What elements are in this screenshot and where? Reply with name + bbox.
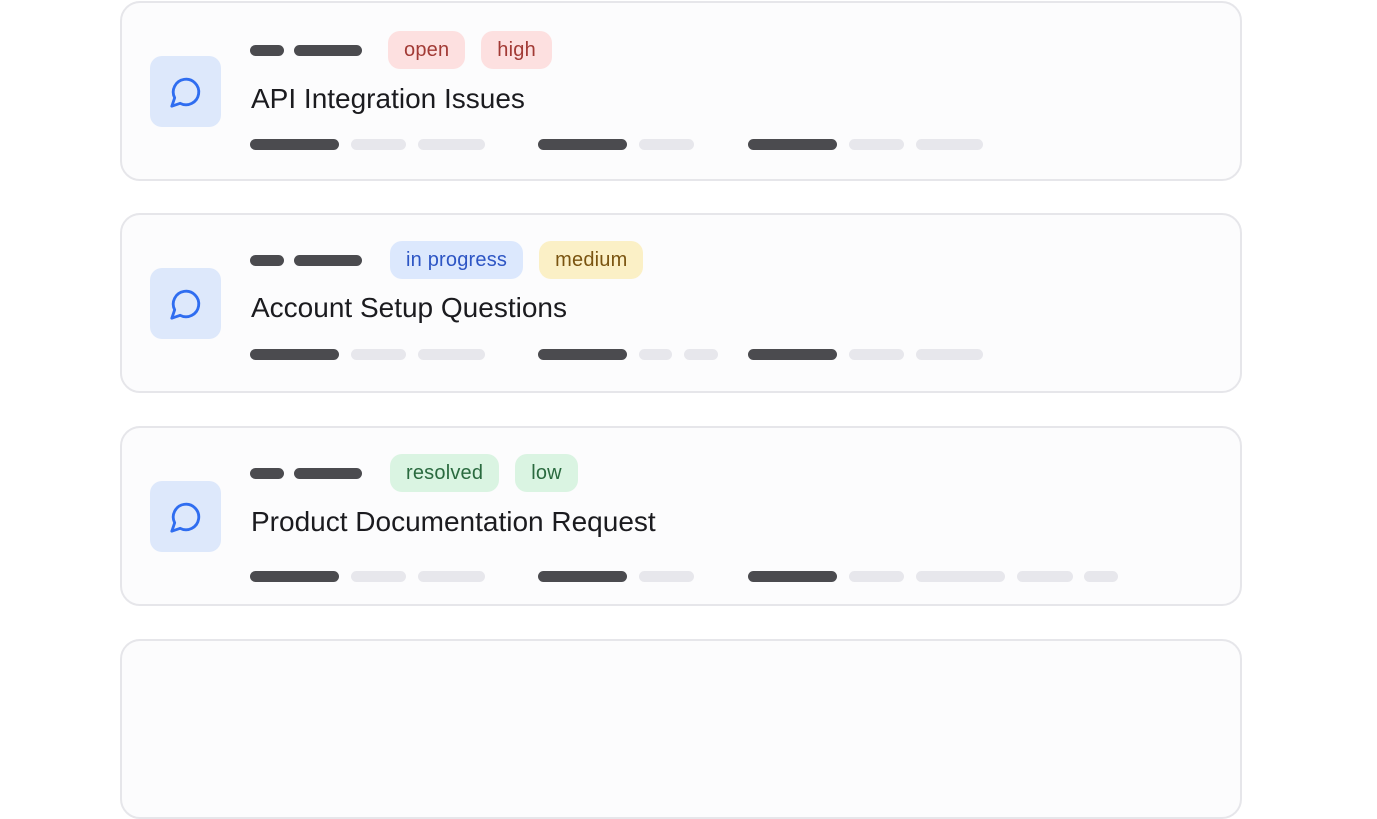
placeholder-bar xyxy=(748,571,837,582)
priority-badge: high xyxy=(481,31,552,69)
message-circle-icon xyxy=(169,502,200,533)
placeholder-bar xyxy=(351,139,406,150)
ticket-title: Product Documentation Request xyxy=(251,506,656,537)
ticket-card[interactable]: open high API Integration Issues xyxy=(120,1,1242,181)
placeholder-bar xyxy=(250,571,339,582)
ticket-title: Account Setup Questions xyxy=(251,292,567,323)
placeholder-bar xyxy=(748,139,837,150)
placeholder-bar xyxy=(916,139,983,150)
placeholder-bar xyxy=(849,139,904,150)
ticket-title: API Integration Issues xyxy=(251,83,525,114)
placeholder-bar xyxy=(250,349,339,360)
placeholder-bar xyxy=(849,571,904,582)
placeholder-bar xyxy=(538,139,627,150)
placeholder-bar xyxy=(538,571,627,582)
ticket-icon-tile xyxy=(150,56,221,127)
ticket-details-placeholder xyxy=(250,139,1230,151)
placeholder-bar xyxy=(684,349,718,360)
placeholder-bar xyxy=(639,139,694,150)
placeholder-bar xyxy=(849,349,904,360)
placeholder-bar xyxy=(250,467,284,479)
ticket-icon-tile xyxy=(150,268,221,339)
ticket-details-placeholder xyxy=(250,349,1230,361)
priority-badge: medium xyxy=(539,241,644,279)
placeholder-bar xyxy=(294,44,362,56)
placeholder-bar xyxy=(351,571,406,582)
ticket-meta-row: resolved low xyxy=(250,453,578,493)
placeholder-bar xyxy=(418,139,485,150)
placeholder-bar xyxy=(418,349,485,360)
status-badge: open xyxy=(388,31,466,69)
placeholder-bar xyxy=(639,571,694,582)
ticket-card[interactable]: in progress medium Account Setup Questio… xyxy=(120,213,1242,393)
placeholder-bar xyxy=(1084,571,1118,582)
placeholder-bar xyxy=(748,349,837,360)
ticket-meta-row: open high xyxy=(250,30,552,70)
ticket-meta-row: in progress medium xyxy=(250,240,644,280)
message-circle-icon xyxy=(169,77,200,108)
ticket-details-placeholder xyxy=(250,571,1230,583)
placeholder-bar xyxy=(294,467,362,479)
message-circle-icon xyxy=(169,289,200,320)
ticket-card[interactable]: resolved low Product Documentation Reque… xyxy=(120,426,1242,606)
status-badge: resolved xyxy=(390,454,500,492)
placeholder-bar xyxy=(639,349,672,360)
placeholder-bar xyxy=(418,571,485,582)
placeholder-bar xyxy=(1017,571,1073,582)
placeholder-bar xyxy=(538,349,627,360)
placeholder-bar xyxy=(250,139,339,150)
placeholder-bar xyxy=(351,349,406,360)
placeholder-bar xyxy=(916,571,1005,582)
placeholder-bar xyxy=(250,254,284,266)
ticket-card[interactable] xyxy=(120,639,1242,819)
placeholder-bar xyxy=(250,44,284,56)
placeholder-bar xyxy=(916,349,983,360)
priority-badge: low xyxy=(515,454,578,492)
status-badge: in progress xyxy=(390,241,524,279)
placeholder-bar xyxy=(294,254,362,266)
ticket-icon-tile xyxy=(150,481,221,552)
